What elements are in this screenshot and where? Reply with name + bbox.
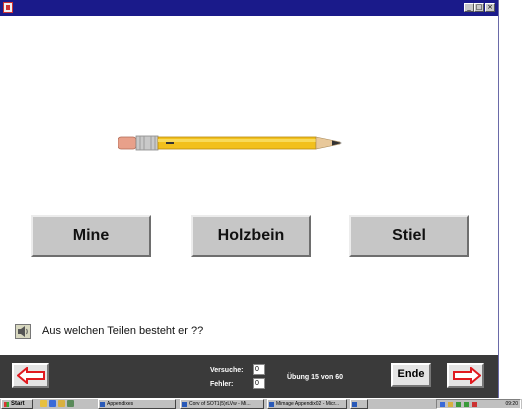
attempts-label: Versuche: xyxy=(210,367,244,374)
volume-icon[interactable] xyxy=(448,402,453,407)
network-icon[interactable] xyxy=(440,402,445,407)
attempts-counter: 0 xyxy=(253,364,265,375)
clock: 09:20 xyxy=(505,401,518,407)
update-icon[interactable] xyxy=(464,402,469,407)
question-text: Aus welchen Teilen besteht er ?? xyxy=(42,325,204,337)
previous-button[interactable] xyxy=(12,363,49,388)
security-icon[interactable] xyxy=(456,402,461,407)
end-button[interactable]: Ende xyxy=(391,363,431,387)
taskbar-item-app[interactable] xyxy=(350,399,368,409)
start-button[interactable]: Start xyxy=(1,399,33,409)
app-window: _ □ × Mine Holzbein Stiel Aus welchen Te… xyxy=(0,0,498,398)
speaker-icon[interactable] xyxy=(15,324,31,339)
answer-button-mine[interactable]: Mine xyxy=(31,215,151,257)
media-quicklaunch-icon[interactable] xyxy=(67,400,74,407)
antivirus-icon[interactable] xyxy=(472,402,477,407)
errors-label: Fehler: xyxy=(210,381,234,388)
mail-quicklaunch-icon[interactable] xyxy=(58,400,65,407)
title-bar: _ □ × xyxy=(0,0,498,16)
answer-button-holzbein[interactable]: Holzbein xyxy=(191,215,311,257)
browser-quicklaunch-icon[interactable] xyxy=(49,400,56,407)
answer-button-stiel[interactable]: Stiel xyxy=(349,215,469,257)
next-button[interactable] xyxy=(447,363,484,388)
pencil-image xyxy=(118,135,342,151)
system-tray: 09:20 xyxy=(436,399,521,409)
arrow-right-icon xyxy=(453,367,481,384)
taskbar-item-document-1[interactable]: Corv of SOT1(5)rLVw - Mi... xyxy=(180,399,264,409)
taskbar: Start Appendixes Corv of SOT1(5)rLVw - M… xyxy=(0,398,522,409)
taskbar-item-appendixes[interactable]: Appendixes xyxy=(98,399,176,409)
maximize-button[interactable]: □ xyxy=(474,3,484,12)
errors-counter: 0 xyxy=(253,378,265,389)
arrow-left-icon xyxy=(17,367,45,384)
taskbar-item-document-2[interactable]: Mimage Appendix02 - Micr... xyxy=(267,399,347,409)
exercise-progress: Übung 15 von 60 xyxy=(287,374,344,381)
desktop-background xyxy=(498,0,522,409)
app-icon xyxy=(3,2,13,13)
desktop-quicklaunch-icon[interactable] xyxy=(40,400,47,407)
close-button[interactable]: × xyxy=(485,3,495,12)
minimize-button[interactable]: _ xyxy=(464,3,474,12)
